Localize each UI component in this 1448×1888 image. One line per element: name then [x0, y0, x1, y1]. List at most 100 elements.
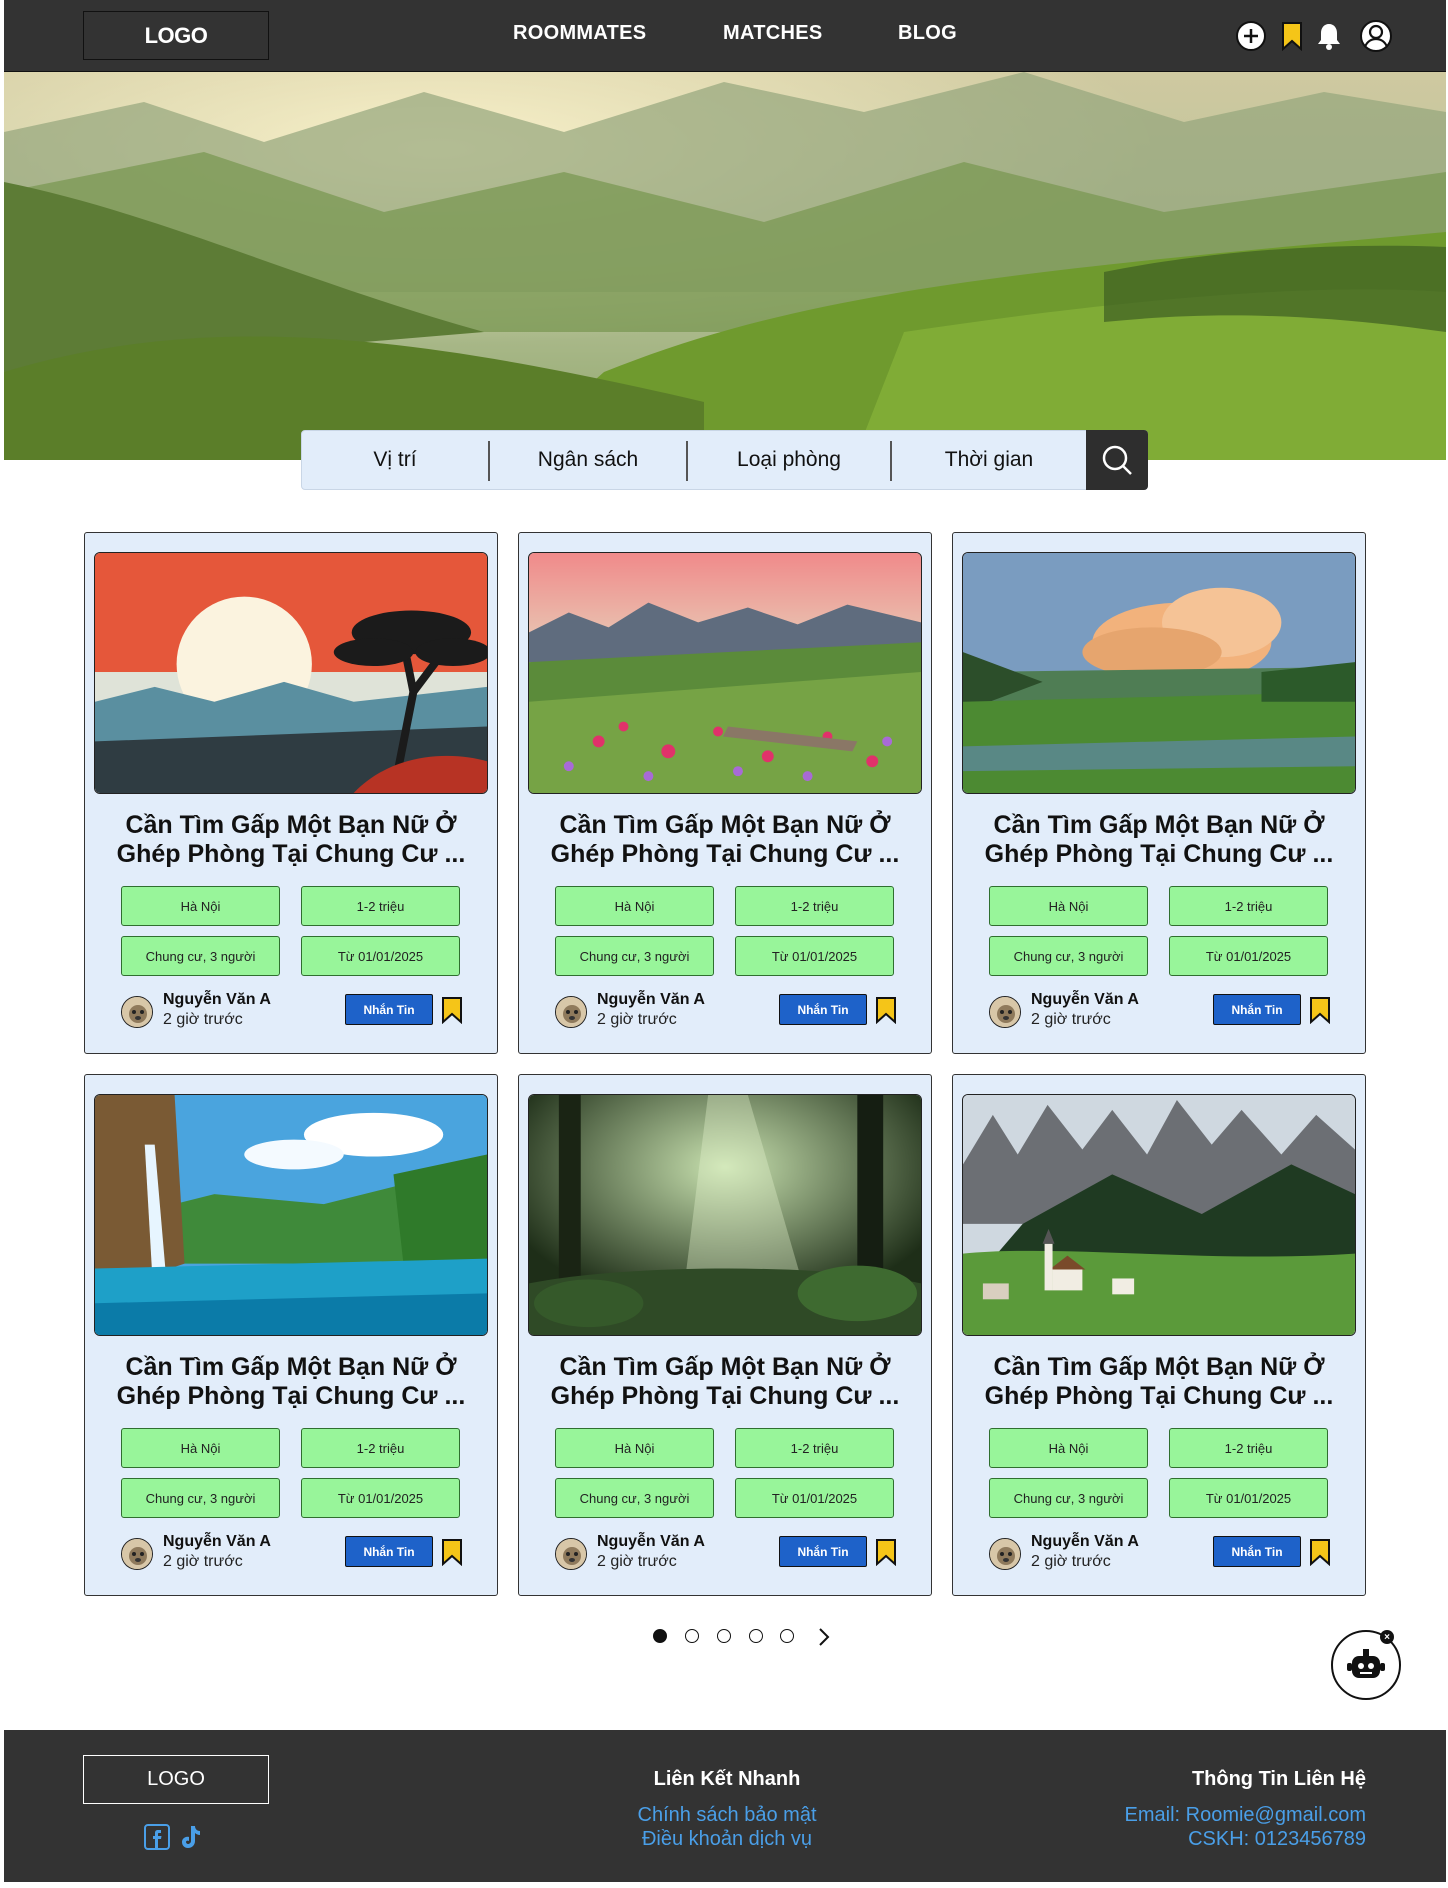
listing-title[interactable]: Cần Tìm Gấp Một Bạn Nữ Ở Ghép Phòng Tại …: [99, 1353, 483, 1411]
avatar[interactable]: [555, 996, 587, 1028]
avatar[interactable]: [121, 1538, 153, 1570]
notification-bell-icon[interactable]: [1311, 18, 1347, 54]
message-button[interactable]: Nhắn Tin: [779, 994, 867, 1025]
listing-photo[interactable]: [962, 1094, 1356, 1336]
tag-room-type: Chung cư, 3 người: [555, 936, 714, 976]
nav-matches[interactable]: MATCHES: [723, 22, 823, 45]
page-dot-2[interactable]: [685, 1629, 699, 1643]
author-name[interactable]: Nguyễn Văn A: [1031, 991, 1139, 1009]
tag-move-in-date: Từ 01/01/2025: [1169, 1478, 1328, 1518]
contact-info-title: Thông Tin Liên Hệ: [1191, 1768, 1366, 1790]
avatar[interactable]: [555, 1538, 587, 1570]
search-room-type-field[interactable]: Loại phòng: [688, 431, 890, 489]
tag-budget: 1-2 triệu: [1169, 1428, 1328, 1468]
listing-card[interactable]: Cần Tìm Gấp Một Bạn Nữ Ở Ghép Phòng Tại …: [518, 1074, 932, 1596]
contact-email[interactable]: Email: Roomie@gmail.com: [1125, 1804, 1366, 1827]
chatbot-close-icon[interactable]: ×: [1380, 1630, 1394, 1644]
avatar[interactable]: [989, 1538, 1021, 1570]
tag-move-in-date: Từ 01/01/2025: [735, 936, 894, 976]
top-navbar: LOGO ROOMMATES MATCHES BLOG: [4, 0, 1446, 72]
listing-title[interactable]: Cần Tìm Gấp Một Bạn Nữ Ở Ghép Phòng Tại …: [533, 1353, 917, 1411]
tag-budget: 1-2 triệu: [735, 886, 894, 926]
page-dot-4[interactable]: [749, 1629, 763, 1643]
avatar[interactable]: [121, 996, 153, 1028]
message-button[interactable]: Nhắn Tin: [779, 1536, 867, 1567]
listing-photo[interactable]: [528, 552, 922, 794]
listing-card[interactable]: Cần Tìm Gấp Một Bạn Nữ Ở Ghép Phòng Tại …: [952, 1074, 1366, 1596]
tag-room-type: Chung cư, 3 người: [121, 936, 280, 976]
user-profile-icon[interactable]: [1358, 18, 1394, 54]
author-name[interactable]: Nguyễn Văn A: [163, 991, 271, 1009]
nav-blog[interactable]: BLOG: [898, 22, 957, 45]
listing-card[interactable]: Cần Tìm Gấp Một Bạn Nữ Ở Ghép Phòng Tại …: [84, 532, 498, 1054]
header-logo[interactable]: LOGO: [83, 11, 269, 60]
page-dot-3[interactable]: [717, 1629, 731, 1643]
author-name[interactable]: Nguyễn Văn A: [163, 1533, 271, 1551]
tag-location: Hà Nội: [555, 886, 714, 926]
bookmark-icon[interactable]: [1309, 996, 1331, 1024]
add-post-icon[interactable]: [1233, 18, 1269, 54]
listing-photo[interactable]: [94, 1094, 488, 1336]
facebook-icon[interactable]: [144, 1824, 170, 1850]
bookmark-icon[interactable]: [875, 1538, 897, 1566]
post-time: 2 giờ trước: [163, 1011, 243, 1028]
bookmark-icon[interactable]: [1274, 18, 1310, 54]
page-dot-1[interactable]: [653, 1629, 667, 1643]
author-name[interactable]: Nguyễn Văn A: [1031, 1533, 1139, 1551]
tag-room-type: Chung cư, 3 người: [989, 1478, 1148, 1518]
search-location-field[interactable]: Vị trí: [302, 431, 488, 489]
author-name[interactable]: Nguyễn Văn A: [597, 991, 705, 1009]
tag-budget: 1-2 triệu: [301, 886, 460, 926]
tag-location: Hà Nội: [121, 1428, 280, 1468]
post-time: 2 giờ trước: [597, 1553, 677, 1570]
tag-budget: 1-2 triệu: [301, 1428, 460, 1468]
listing-title[interactable]: Cần Tìm Gấp Một Bạn Nữ Ở Ghép Phòng Tại …: [967, 1353, 1351, 1411]
search-button[interactable]: [1086, 430, 1148, 490]
tag-move-in-date: Từ 01/01/2025: [1169, 936, 1328, 976]
tag-budget: 1-2 triệu: [735, 1428, 894, 1468]
listing-card[interactable]: Cần Tìm Gấp Một Bạn Nữ Ở Ghép Phòng Tại …: [84, 1074, 498, 1596]
bookmark-icon[interactable]: [1309, 1538, 1331, 1566]
tag-move-in-date: Từ 01/01/2025: [735, 1478, 894, 1518]
search-time-field[interactable]: Thời gian: [892, 431, 1086, 489]
bookmark-icon[interactable]: [875, 996, 897, 1024]
contact-phone[interactable]: CSKH: 0123456789: [1188, 1828, 1366, 1851]
bookmark-icon[interactable]: [441, 1538, 463, 1566]
footer: LOGO Liên Kết Nhanh Chính sách bảo mật Đ…: [4, 1730, 1446, 1882]
post-time: 2 giờ trước: [1031, 1011, 1111, 1028]
listing-photo[interactable]: [528, 1094, 922, 1336]
message-button[interactable]: Nhắn Tin: [1213, 994, 1301, 1025]
search-bar: Vị trí Ngân sách Loại phòng Thời gian: [301, 430, 1148, 490]
hero-banner-image: [4, 72, 1446, 460]
listing-photo[interactable]: [94, 552, 488, 794]
listing-card[interactable]: Cần Tìm Gấp Một Bạn Nữ Ở Ghép Phòng Tại …: [952, 532, 1366, 1054]
message-button[interactable]: Nhắn Tin: [1213, 1536, 1301, 1567]
listing-title[interactable]: Cần Tìm Gấp Một Bạn Nữ Ở Ghép Phòng Tại …: [967, 811, 1351, 869]
listing-card[interactable]: Cần Tìm Gấp Một Bạn Nữ Ở Ghép Phòng Tại …: [518, 532, 932, 1054]
bookmark-icon[interactable]: [441, 996, 463, 1024]
privacy-policy-link[interactable]: Chính sách bảo mật: [584, 1804, 870, 1827]
post-time: 2 giờ trước: [1031, 1553, 1111, 1570]
tiktok-icon[interactable]: [180, 1824, 202, 1850]
message-button[interactable]: Nhắn Tin: [345, 1536, 433, 1567]
listing-title[interactable]: Cần Tìm Gấp Một Bạn Nữ Ở Ghép Phòng Tại …: [533, 811, 917, 869]
listing-photo[interactable]: [962, 552, 1356, 794]
tag-move-in-date: Từ 01/01/2025: [301, 936, 460, 976]
tag-room-type: Chung cư, 3 người: [121, 1478, 280, 1518]
post-time: 2 giờ trước: [163, 1553, 243, 1570]
listing-title[interactable]: Cần Tìm Gấp Một Bạn Nữ Ở Ghép Phòng Tại …: [99, 811, 483, 869]
author-name[interactable]: Nguyễn Văn A: [597, 1533, 705, 1551]
terms-of-service-link[interactable]: Điều khoản dịch vụ: [584, 1828, 870, 1851]
tag-move-in-date: Từ 01/01/2025: [301, 1478, 460, 1518]
search-budget-field[interactable]: Ngân sách: [490, 431, 686, 489]
avatar[interactable]: [989, 996, 1021, 1028]
tag-location: Hà Nội: [121, 886, 280, 926]
chevron-right-icon[interactable]: [816, 1627, 832, 1647]
post-time: 2 giờ trước: [597, 1011, 677, 1028]
footer-logo[interactable]: LOGO: [83, 1755, 269, 1804]
message-button[interactable]: Nhắn Tin: [345, 994, 433, 1025]
nav-roommates[interactable]: ROOMMATES: [513, 22, 646, 45]
page-dot-5[interactable]: [780, 1629, 794, 1643]
tag-budget: 1-2 triệu: [1169, 886, 1328, 926]
tag-location: Hà Nội: [989, 886, 1148, 926]
